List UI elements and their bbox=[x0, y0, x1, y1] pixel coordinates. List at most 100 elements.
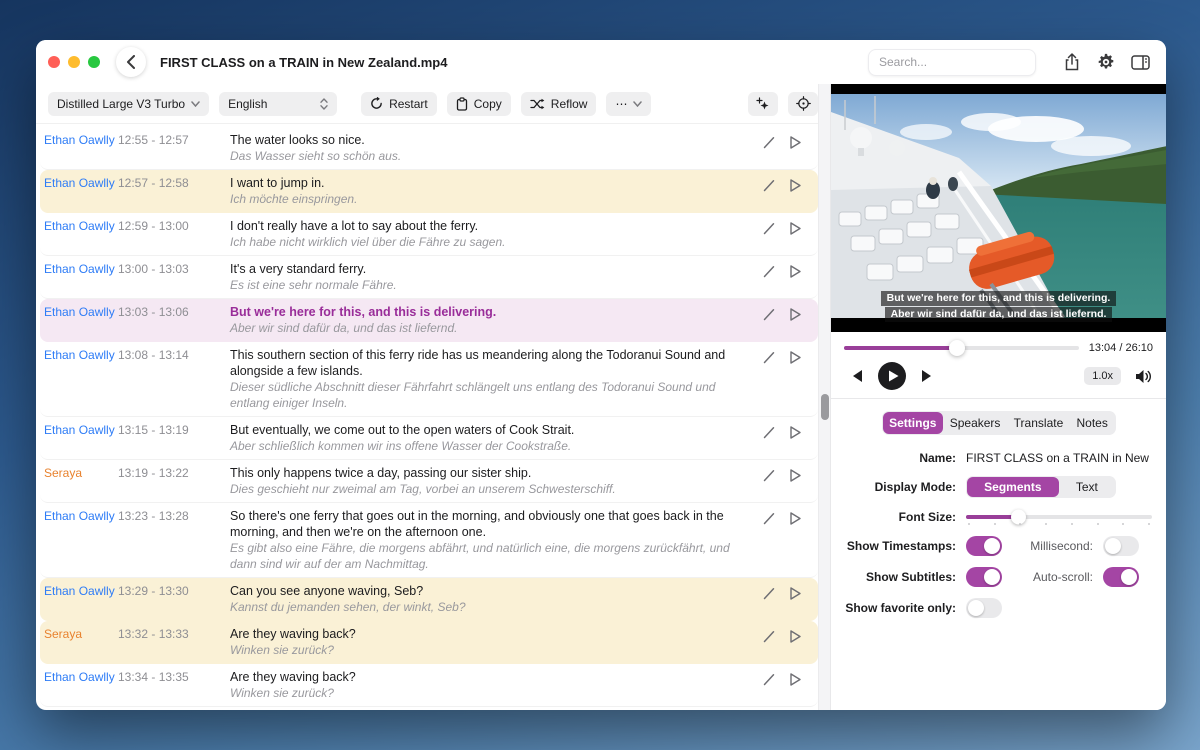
segment-text[interactable]: I want to jump in. bbox=[230, 175, 752, 191]
play-segment-button[interactable] bbox=[789, 178, 802, 193]
back-button[interactable] bbox=[116, 47, 146, 77]
transcript-row[interactable]: Ethan Oawlly 13:35 - 13:38 I like to thi… bbox=[40, 707, 818, 710]
display-mode-segments[interactable]: Segments bbox=[967, 477, 1059, 497]
play-segment-button[interactable] bbox=[789, 221, 802, 236]
segment-text[interactable]: Can you see anyone waving, Seb? bbox=[230, 583, 752, 599]
reflow-button[interactable]: Reflow bbox=[521, 92, 597, 116]
transcript-row[interactable]: Ethan Oawlly 13:03 - 13:06 But we're her… bbox=[40, 299, 818, 342]
auto-scroll-toggle[interactable] bbox=[1103, 567, 1139, 587]
play-segment-button[interactable] bbox=[789, 425, 802, 440]
edit-segment-button[interactable] bbox=[762, 672, 777, 687]
edit-segment-button[interactable] bbox=[762, 468, 777, 483]
minimize-window-button[interactable] bbox=[68, 56, 80, 68]
transcript-row[interactable]: Ethan Oawlly 12:59 - 13:00 I don't reall… bbox=[40, 213, 818, 256]
language-select[interactable]: English bbox=[219, 92, 337, 116]
edit-segment-button[interactable] bbox=[762, 350, 777, 365]
segment-text[interactable]: Are they waving back? bbox=[230, 669, 752, 685]
segment-text[interactable]: This only happens twice a day, passing o… bbox=[230, 465, 752, 481]
edit-segment-button[interactable] bbox=[762, 586, 777, 601]
edit-segment-button[interactable] bbox=[762, 178, 777, 193]
play-segment-button[interactable] bbox=[789, 586, 802, 601]
name-field[interactable]: FIRST CLASS on a TRAIN in New Zealan bbox=[966, 451, 1152, 465]
segment-text[interactable]: It's a very standard ferry. bbox=[230, 261, 752, 277]
scrollbar-track[interactable] bbox=[818, 84, 830, 710]
play-segment-button[interactable] bbox=[789, 135, 802, 150]
play-segment-button[interactable] bbox=[789, 468, 802, 483]
transcript-row[interactable]: Ethan Oawlly 13:23 - 13:28 So there's on… bbox=[40, 503, 818, 578]
speaker-name[interactable]: Seraya bbox=[44, 465, 118, 480]
auto-segment-button[interactable] bbox=[748, 92, 778, 116]
show-timestamps-toggle[interactable] bbox=[966, 536, 1002, 556]
transcript-row[interactable]: Ethan Oawlly 12:57 - 12:58 I want to jum… bbox=[40, 170, 818, 213]
more-menu-button[interactable]: ⋯ bbox=[606, 92, 651, 116]
edit-segment-button[interactable] bbox=[762, 264, 777, 279]
speaker-name[interactable]: Ethan Oawlly bbox=[44, 132, 118, 147]
show-favorite-only-toggle[interactable] bbox=[966, 598, 1002, 618]
seek-bar[interactable] bbox=[844, 346, 1079, 350]
edit-segment-button[interactable] bbox=[762, 629, 777, 644]
play-segment-button[interactable] bbox=[789, 307, 802, 322]
tab-settings[interactable]: Settings bbox=[883, 412, 944, 434]
volume-icon[interactable] bbox=[1135, 369, 1153, 384]
transcript-row[interactable]: Ethan Oawlly 13:08 - 13:14 This southern… bbox=[40, 342, 818, 417]
edit-segment-button[interactable] bbox=[762, 425, 777, 440]
transcript-row[interactable]: Ethan Oawlly 13:00 - 13:03 It's a very s… bbox=[40, 256, 818, 299]
edit-segment-button[interactable] bbox=[762, 135, 777, 150]
restart-button[interactable]: Restart bbox=[361, 92, 437, 116]
play-pause-button[interactable] bbox=[878, 362, 906, 390]
millisecond-toggle[interactable] bbox=[1103, 536, 1139, 556]
play-segment-button[interactable] bbox=[789, 672, 802, 687]
play-segment-button[interactable] bbox=[789, 350, 802, 365]
edit-segment-button[interactable] bbox=[762, 307, 777, 322]
transcript-row[interactable]: Seraya 13:32 - 13:33 Are they waving bac… bbox=[40, 621, 818, 664]
locate-current-button[interactable] bbox=[788, 92, 818, 116]
zoom-window-button[interactable] bbox=[88, 56, 100, 68]
segment-text[interactable]: But we're here for this, and this is del… bbox=[230, 304, 752, 320]
tab-notes[interactable]: Notes bbox=[1070, 412, 1115, 434]
speaker-name[interactable]: Ethan Oawlly bbox=[44, 583, 118, 598]
model-select[interactable]: Distilled Large V3 Turbo bbox=[48, 92, 209, 116]
play-segment-button[interactable] bbox=[789, 629, 802, 644]
play-segment-button[interactable] bbox=[789, 264, 802, 279]
tab-speakers[interactable]: Speakers bbox=[943, 412, 1007, 434]
transcript-row[interactable]: Ethan Oawlly 13:15 - 13:19 But eventuall… bbox=[40, 417, 818, 460]
share-button[interactable] bbox=[1058, 48, 1086, 76]
transcript-row[interactable]: Ethan Oawlly 13:29 - 13:30 Can you see a… bbox=[40, 578, 818, 621]
show-subtitles-toggle[interactable] bbox=[966, 567, 1002, 587]
sidebar-toggle-button[interactable] bbox=[1126, 48, 1154, 76]
font-size-slider[interactable] bbox=[966, 509, 1152, 525]
tab-translate[interactable]: Translate bbox=[1007, 412, 1070, 434]
transcript-row[interactable]: Ethan Oawlly 13:34 - 13:35 Are they wavi… bbox=[40, 664, 818, 707]
play-segment-button[interactable] bbox=[789, 511, 802, 526]
segment-text[interactable]: The water looks so nice. bbox=[230, 132, 752, 148]
previous-segment-button[interactable] bbox=[844, 363, 870, 389]
playback-speed-button[interactable]: 1.0x bbox=[1084, 367, 1121, 385]
segment-text[interactable]: I don't really have a lot to say about t… bbox=[230, 218, 752, 234]
speaker-name[interactable]: Ethan Oawlly bbox=[44, 261, 118, 276]
next-segment-button[interactable] bbox=[914, 363, 940, 389]
settings-button[interactable] bbox=[1092, 48, 1120, 76]
scrollbar-thumb[interactable] bbox=[821, 394, 829, 420]
speaker-name[interactable]: Ethan Oawlly bbox=[44, 669, 118, 684]
segment-text[interactable]: Are they waving back? bbox=[230, 626, 752, 642]
close-window-button[interactable] bbox=[48, 56, 60, 68]
video-player[interactable]: But we're here for this, and this is del… bbox=[831, 84, 1166, 332]
seek-bar-knob[interactable] bbox=[949, 340, 965, 356]
speaker-name[interactable]: Ethan Oawlly bbox=[44, 175, 118, 190]
display-mode-text[interactable]: Text bbox=[1059, 477, 1115, 497]
edit-segment-button[interactable] bbox=[762, 511, 777, 526]
speaker-name[interactable]: Ethan Oawlly bbox=[44, 508, 118, 523]
speaker-name[interactable]: Ethan Oawlly bbox=[44, 304, 118, 319]
search-input[interactable]: Search... bbox=[868, 49, 1036, 76]
segment-text[interactable]: This southern section of this ferry ride… bbox=[230, 347, 752, 379]
segment-text[interactable]: But eventually, we come out to the open … bbox=[230, 422, 752, 438]
speaker-name[interactable]: Ethan Oawlly bbox=[44, 347, 118, 362]
edit-segment-button[interactable] bbox=[762, 221, 777, 236]
speaker-name[interactable]: Seraya bbox=[44, 626, 118, 641]
speaker-name[interactable]: Ethan Oawlly bbox=[44, 218, 118, 233]
transcript-row[interactable]: Seraya 13:19 - 13:22 This only happens t… bbox=[40, 460, 818, 503]
transcript-row[interactable]: Ethan Oawlly 12:55 - 12:57 The water loo… bbox=[40, 127, 818, 170]
segment-text[interactable]: So there's one ferry that goes out in th… bbox=[230, 508, 752, 540]
speaker-name[interactable]: Ethan Oawlly bbox=[44, 422, 118, 437]
copy-button[interactable]: Copy bbox=[447, 92, 511, 116]
